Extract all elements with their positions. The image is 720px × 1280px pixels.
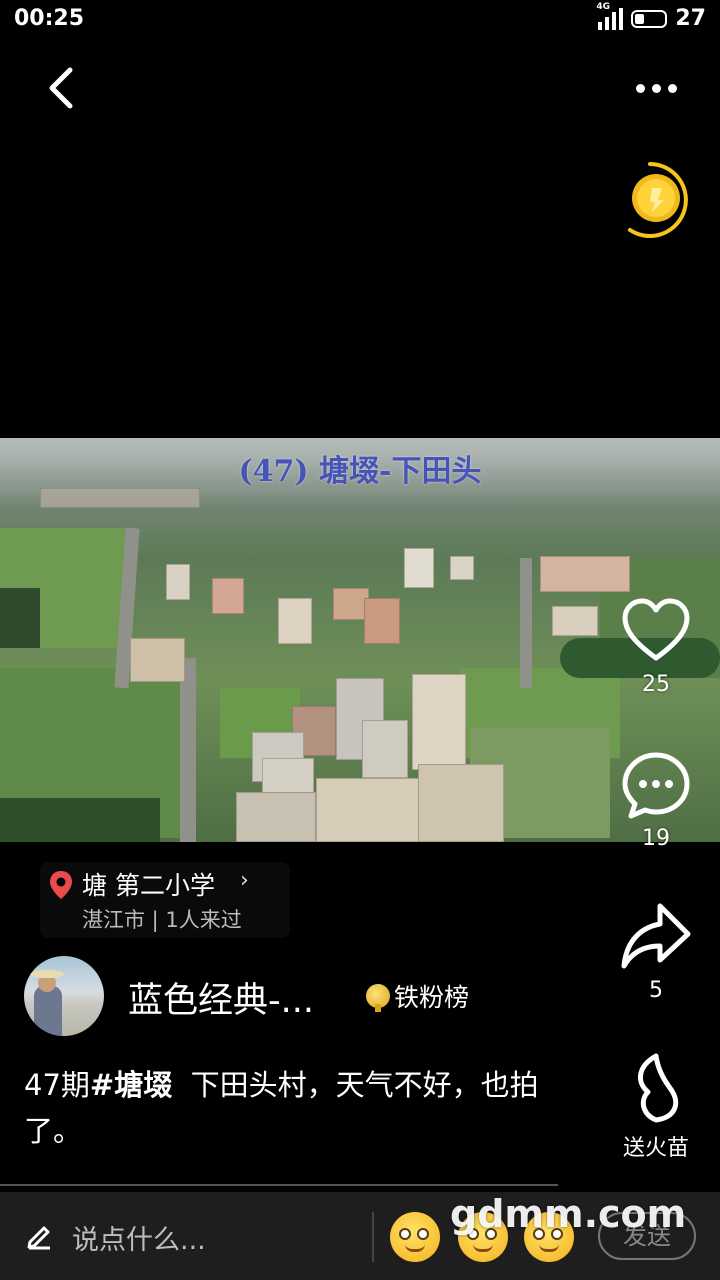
fans-rank-badge[interactable]: 铁粉榜 [366, 978, 469, 1014]
signal-icon: 4G [596, 2, 624, 30]
post-description: 47期#塘㙍 下田头村，天气不好，也拍了。 [24, 1062, 584, 1154]
like-count: 25 [642, 672, 670, 697]
share-count: 5 [649, 978, 663, 1003]
heart-icon [622, 598, 690, 661]
cry-emoji-icon[interactable] [524, 1212, 574, 1262]
kiss-emoji-icon[interactable] [458, 1212, 508, 1262]
fans-rank-label: 铁粉榜 [394, 983, 470, 1012]
comment-button[interactable]: 19 [611, 750, 701, 851]
chevron-right-icon: › [240, 868, 249, 893]
battery-level: 27 [675, 6, 706, 31]
divider [0, 1184, 558, 1186]
comment-bubble-icon [622, 752, 690, 819]
comment-count: 19 [642, 826, 670, 851]
location-name: 塘 第二小学 [82, 871, 215, 900]
gold-coin-icon [628, 162, 688, 238]
status-indicators: 4G 27 [596, 2, 706, 32]
hashtag-link[interactable]: #塘㙍 [90, 1068, 172, 1102]
issue-number: 47期 [24, 1068, 90, 1102]
coin-reward-button[interactable] [620, 158, 700, 242]
network-type: 4G [596, 1, 611, 12]
location-pin-icon [50, 871, 72, 899]
status-bar: 00:25 4G 27 [0, 0, 720, 40]
pen-icon [27, 1226, 50, 1250]
battery-icon [631, 9, 668, 28]
send-fire-button[interactable]: 送火苗 [611, 1052, 701, 1162]
divider [372, 1212, 374, 1262]
author-name[interactable]: 蓝色经典-... [128, 972, 314, 1023]
share-arrow-icon [621, 903, 691, 969]
like-button[interactable]: 25 [611, 596, 701, 697]
send-fire-label: 送火苗 [622, 1136, 689, 1161]
location-chip[interactable]: 塘 第二小学 › 湛江市 | 1人来过 [40, 862, 290, 938]
smile-emoji-icon[interactable] [390, 1212, 440, 1262]
back-chevron-icon [49, 67, 73, 109]
share-button[interactable]: 5 [611, 900, 701, 1003]
send-button[interactable]: 发送 [598, 1212, 696, 1260]
more-button[interactable] [626, 70, 686, 106]
back-button[interactable] [40, 62, 88, 114]
author-avatar[interactable] [24, 956, 104, 1036]
medal-icon [366, 984, 390, 1012]
status-time: 00:25 [14, 6, 85, 31]
flame-icon [638, 1053, 679, 1123]
video-caption: (47) 塘㙍-下田头 [238, 454, 482, 489]
comment-input[interactable]: 说点什么... [72, 1218, 206, 1257]
more-dots-icon [635, 83, 677, 93]
location-subtitle: 湛江市 | 1人来过 [82, 908, 242, 932]
